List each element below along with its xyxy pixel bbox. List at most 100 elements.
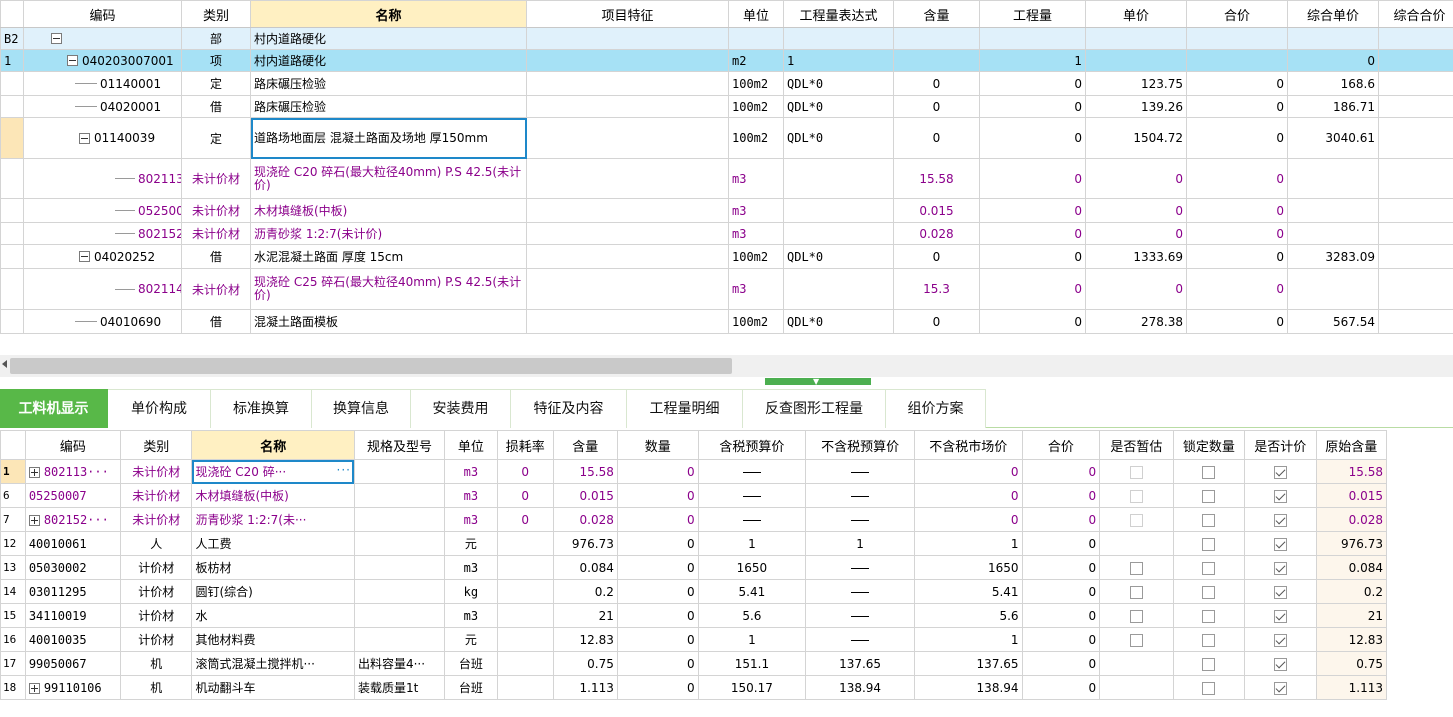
is-priced-checkbox[interactable] [1273,489,1287,503]
row-notax-budget-price[interactable] [805,555,915,580]
row-index[interactable] [0,222,24,245]
table-row[interactable]: 1 802113··· 未计价材 现浇砼 C20 碎··· ··· m3 0 15.58 0 0 0… [0,459,1387,484]
row-original-content[interactable]: 21 [1315,603,1387,628]
collapse-icon[interactable] [79,132,90,144]
row-spec[interactable] [353,579,446,604]
row-quantity[interactable]: 0 [616,459,699,484]
row-tax-budget-price[interactable] [697,459,807,484]
row-unit-price[interactable]: 278.38 [1085,309,1187,334]
row-notax-market-price[interactable]: 5.6 [913,603,1023,628]
row-name[interactable]: 水 [191,603,355,628]
row-tax-budget-price[interactable]: 151.1 [697,651,807,676]
row-content[interactable]: 976.73 [552,531,618,556]
row-content[interactable]: 0.015 [552,483,618,508]
row-original-content[interactable]: 12.83 [1315,627,1387,652]
row-code-cell[interactable]: 802114··· [23,268,182,310]
row-features[interactable] [526,158,729,199]
row-code-cell[interactable]: 04020252 [23,244,182,269]
lock-quantity-checkbox[interactable] [1202,489,1216,503]
row-index[interactable]: 17 [0,651,26,676]
row-content[interactable]: 21 [552,603,618,628]
row-is-provisional[interactable] [1099,459,1174,484]
row-unit[interactable] [728,27,784,50]
row-quantity[interactable]: 0 [979,268,1086,310]
row-total[interactable]: 0 [1186,71,1288,96]
header-code[interactable]: 编码 [24,430,122,460]
row-notax-market-price[interactable]: 0 [913,507,1023,532]
row-composite-total[interactable] [1378,158,1453,199]
row-spec[interactable] [353,459,446,484]
row-notax-budget-price[interactable]: 1 [805,531,915,556]
row-type[interactable]: 计价材 [120,627,193,652]
row-composite-total[interactable] [1378,222,1453,245]
header-notax-budget-price[interactable]: 不含税预算价 [805,430,915,460]
row-loss-rate[interactable]: 0 [496,507,554,532]
row-quantity[interactable]: 0 [979,198,1086,223]
is-priced-checkbox[interactable] [1273,657,1287,671]
row-notax-market-price[interactable]: 138.94 [913,675,1023,700]
row-code-cell[interactable]: 01140001 [23,71,182,96]
row-content[interactable]: 0.084 [552,555,618,580]
row-original-content[interactable]: 0.015 [1315,483,1387,508]
row-quantity[interactable]: 0 [616,603,699,628]
row-spec[interactable]: 装载质量1t [353,675,446,700]
row-code-cell[interactable]: 04010690 [23,309,182,334]
row-spec[interactable] [353,507,446,532]
row-code-cell[interactable]: 05250007 [24,483,122,508]
more-options-icon[interactable]: ··· [337,463,351,477]
row-is-provisional[interactable] [1099,579,1174,604]
row-index[interactable] [0,71,24,96]
row-unit[interactable]: m3 [444,603,498,628]
row-is-priced[interactable] [1244,627,1317,652]
row-code-cell[interactable]: 99110106 [24,675,122,700]
row-is-provisional[interactable] [1099,603,1174,628]
provisional-checkbox[interactable] [1129,585,1143,599]
row-composite-total[interactable] [1378,117,1453,159]
table-row[interactable]: 01140001 定 路床碾压检验 100m2 QDL*0 0 0 123.75… [0,71,1453,96]
row-spec[interactable]: 出料容量4··· [353,651,446,676]
row-index[interactable]: 1 [0,459,26,484]
row-quantity[interactable]: 1 [979,49,1086,72]
row-name[interactable]: 现浇砼 C20 碎石(最大粒径40mm) P.S 42.5(未计价) [250,158,527,199]
row-unit-price[interactable] [1085,27,1187,50]
row-lock-quantity[interactable] [1172,459,1246,484]
table-row[interactable]: 6 05250007 未计价材 木材填缝板(中板) m3 0 0.015 0 0 0 0.015 [0,483,1387,508]
row-name[interactable]: 现浇砼 C20 碎··· ··· [191,459,355,484]
row-notax-budget-price[interactable] [805,579,915,604]
row-composite-total[interactable] [1378,268,1453,310]
row-total[interactable]: 0 [1021,603,1101,628]
row-unit-price[interactable]: 0 [1085,268,1187,310]
row-name[interactable]: 板枋材 [191,555,355,580]
tab-pricing-plan[interactable]: 组价方案 [886,389,986,428]
header-quantity[interactable]: 工程量 [979,0,1086,28]
row-quantity[interactable]: 0 [616,579,699,604]
collapse-icon[interactable] [51,33,62,44]
collapse-icon[interactable] [67,55,78,66]
row-code-cell[interactable]: 40010035 [24,627,122,652]
row-content[interactable]: 0 [893,117,980,159]
row-notax-budget-price[interactable]: 137.65 [805,651,915,676]
row-code-cell[interactable]: 34110019 [24,603,122,628]
row-type[interactable]: 未计价材 [120,483,193,508]
header-composite-unit-price[interactable]: 综合单价 [1287,0,1379,28]
row-type[interactable]: 未计价材 [120,507,193,532]
row-index[interactable]: 14 [0,579,26,604]
row-expression[interactable] [783,222,894,245]
row-total[interactable]: 0 [1186,117,1288,159]
row-total[interactable] [1186,27,1288,50]
row-type[interactable]: 机 [120,651,193,676]
row-quantity[interactable]: 0 [616,627,699,652]
row-total[interactable]: 0 [1021,507,1101,532]
row-name[interactable]: 道路场地面层 混凝土路面及场地 厚150mm [250,117,527,159]
row-content[interactable]: 15.3 [893,268,980,310]
row-notax-market-price[interactable]: 137.65 [913,651,1023,676]
header-loss-rate[interactable]: 损耗率 [496,430,554,460]
row-loss-rate[interactable] [496,651,554,676]
row-notax-budget-price[interactable]: 138.94 [805,675,915,700]
row-is-priced[interactable] [1244,651,1317,676]
header-content[interactable]: 含量 [552,430,618,460]
row-total[interactable] [1186,49,1288,72]
row-index[interactable]: 12 [0,531,26,556]
row-is-priced[interactable] [1244,507,1317,532]
row-type[interactable]: 未计价材 [181,158,251,199]
